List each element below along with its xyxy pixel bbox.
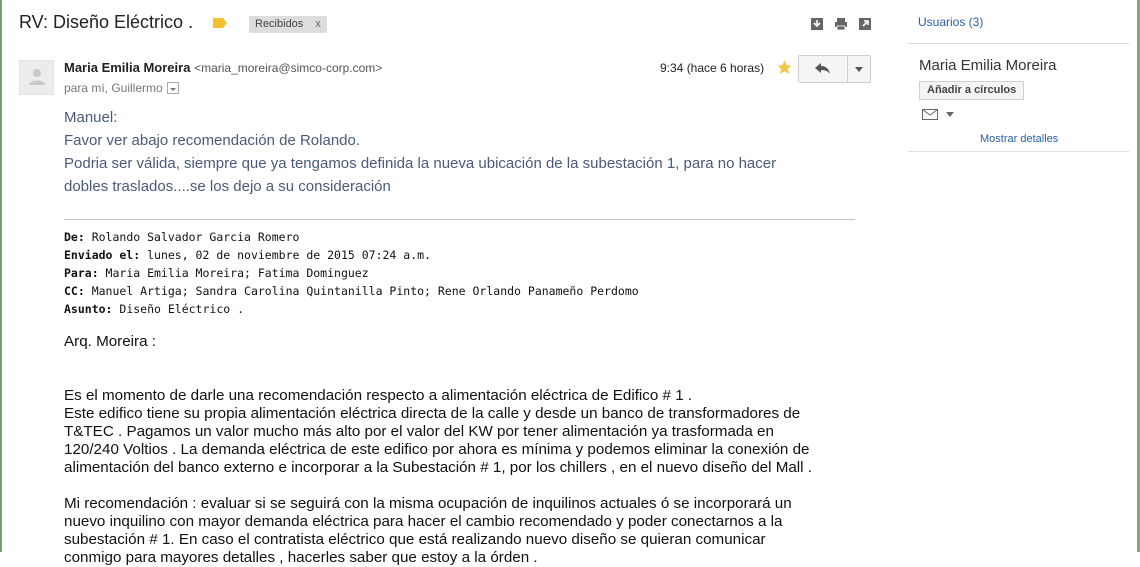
download-icon[interactable]	[810, 17, 824, 31]
greeting: Arq. Moreira :	[64, 333, 156, 350]
contact-actions	[922, 109, 954, 120]
fwd-to-value: Maria Emilia Moreira; Fatima Dominguez	[98, 266, 369, 280]
fwd-subject-label: Asunto:	[64, 302, 113, 316]
fwd-cc: CC: Manuel Artiga; Sandra Carolina Quint…	[64, 282, 639, 300]
intro-line: Manuel:	[64, 109, 118, 126]
users-link[interactable]: Usuarios (3)	[918, 15, 983, 29]
fwd-from-value: Rolando Salvador Garcia Romero	[84, 230, 300, 244]
intro-line: Favor ver abajo recomendación de Rolando…	[64, 132, 361, 149]
reply-button[interactable]	[799, 56, 848, 82]
fwd-from: De: Rolando Salvador Garcia Romero	[64, 228, 639, 246]
body-line: subestación # 1. En caso el contratista …	[64, 531, 766, 548]
forward-divider	[64, 219, 855, 220]
body-line: nuevo inquilino con mayor demanda eléctr…	[64, 513, 783, 530]
reply-button-group	[798, 55, 871, 83]
print-icon[interactable]	[834, 17, 848, 31]
sidebar-divider	[908, 43, 1129, 44]
recipients-text: para mí, Guillermo	[64, 81, 163, 95]
inbox-label-text: Recibidos	[255, 18, 304, 30]
window-left-edge	[0, 0, 2, 552]
open-new-window-icon[interactable]	[858, 17, 872, 31]
message-actions	[810, 17, 872, 31]
intro-line: Podria ser válida, siempre que ya tengam…	[64, 155, 777, 172]
add-to-circles-button[interactable]: Añadir a círculos	[919, 81, 1025, 100]
fwd-sent: Enviado el: lunes, 02 de noviembre de 20…	[64, 246, 639, 264]
fwd-from-label: De:	[64, 230, 85, 244]
body-line: alimentación del banco externo e incorpo…	[64, 459, 812, 476]
star-icon[interactable]	[776, 59, 793, 76]
body-line: Mi recomendación : evaluar si se seguirá…	[64, 495, 792, 512]
sidebar-divider	[908, 151, 1129, 152]
fwd-to-label: Para:	[64, 266, 99, 280]
body-line: Este edifico tiene su propia alimentació…	[64, 405, 801, 422]
fwd-to: Para: Maria Emilia Moreira; Fatima Domin…	[64, 264, 639, 282]
contact-name: Maria Emilia Moreira	[919, 57, 1057, 74]
remove-label-button[interactable]: x	[315, 16, 321, 33]
label-tag-icon[interactable]	[213, 18, 227, 28]
reply-icon	[815, 63, 830, 74]
avatar[interactable]	[19, 60, 54, 95]
chevron-down-icon	[855, 66, 863, 72]
person-icon	[29, 69, 45, 85]
body-line: Es el momento de darle una recomendación…	[64, 387, 693, 404]
sender-name[interactable]: Maria Emilia Moreira	[64, 60, 190, 75]
fwd-cc-value: Manuel Artiga; Sandra Carolina Quintanil…	[84, 284, 639, 298]
fwd-sent-label: Enviado el:	[64, 248, 141, 262]
body-line: T&TEC . Pagamos un valor mucho más alto …	[64, 423, 774, 440]
fwd-cc-label: CC:	[64, 284, 85, 298]
inbox-label-chip: Recibidos x	[249, 16, 327, 33]
recipients-line: para mí, Guillermo	[64, 81, 179, 95]
message-time: 9:34 (hace 6 horas)	[660, 61, 765, 75]
chevron-down-icon[interactable]	[946, 112, 954, 117]
fwd-subject: Asunto: Diseño Eléctrico .	[64, 300, 639, 318]
forwarded-header: De: Rolando Salvador Garcia Romero Envia…	[64, 228, 639, 318]
message-body: Arq. Moreira : Es el momento de darle un…	[64, 333, 812, 567]
sender-line: Maria Emilia Moreira <maria_moreira@simc…	[64, 60, 382, 75]
body-line: 120/240 Voltios . La demanda eléctrica d…	[64, 441, 810, 458]
more-actions-button[interactable]	[848, 56, 870, 82]
sender-email: <maria_moreira@simco-corp.com>	[194, 61, 383, 75]
intro-line: dobles traslados....se los dejo a su con…	[64, 178, 391, 195]
show-details-link[interactable]: Mostrar detalles	[980, 133, 1058, 145]
details-dropdown-icon[interactable]	[166, 81, 179, 94]
mail-icon[interactable]	[922, 109, 938, 120]
email-subject: RV: Diseño Eléctrico .	[19, 12, 194, 32]
message-intro: Manuel: Favor ver abajo recomendación de…	[64, 106, 776, 198]
fwd-subject-value: Diseño Eléctrico .	[112, 302, 245, 316]
fwd-sent-value: lunes, 02 de noviembre de 2015 07:24 a.m…	[140, 248, 431, 262]
